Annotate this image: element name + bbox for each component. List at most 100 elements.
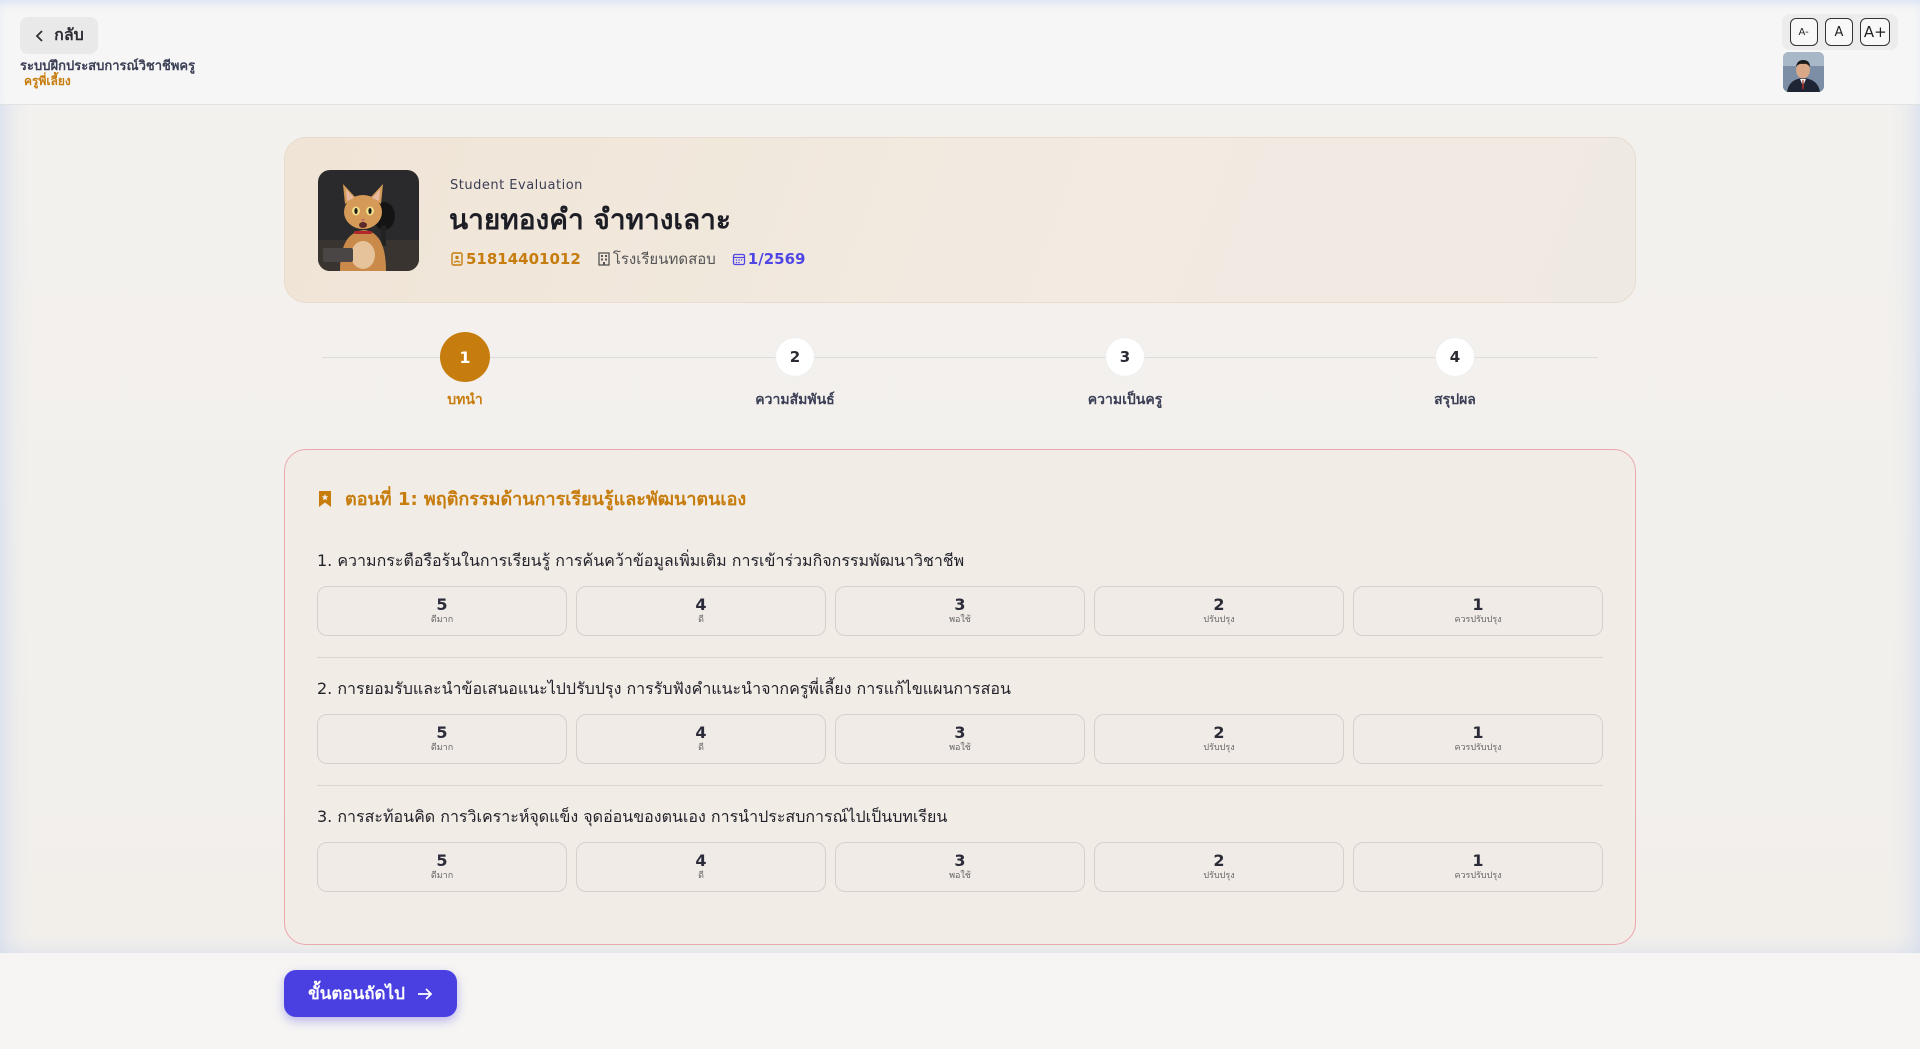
- rating-option-4[interactable]: 4 ดี: [576, 586, 826, 636]
- term: 1/2569: [732, 250, 806, 268]
- student-id-value: 51814401012: [466, 250, 581, 268]
- step-label: บทนำ: [447, 392, 483, 408]
- section-title: ตอนที่ 1: พฤติกรรมด้านการเรียนรู้และพัฒน…: [317, 484, 746, 513]
- step-number: 1: [440, 332, 490, 382]
- option-desc: ดี: [698, 615, 704, 625]
- calendar-icon: [732, 253, 745, 266]
- option-score: 3: [954, 851, 966, 870]
- question-divider: [317, 785, 1603, 786]
- arrow-right-icon: [417, 987, 433, 1000]
- option-desc: ปรับปรุง: [1203, 871, 1235, 881]
- student-name: นายทองคำ จำทางเลาะ: [449, 203, 731, 236]
- option-desc: พอใช้: [949, 871, 971, 881]
- id-card-icon: [451, 252, 463, 266]
- step-label: ความเป็นครู: [1087, 392, 1163, 408]
- option-desc: พอใช้: [949, 615, 971, 625]
- option-desc: ดีมาก: [430, 743, 454, 753]
- rating-option-2[interactable]: 2 ปรับปรุง: [1094, 714, 1344, 764]
- step-label: สรุปผล: [1434, 392, 1476, 408]
- option-score: 5: [436, 723, 448, 742]
- option-score: 1: [1472, 723, 1484, 742]
- question-text: 1. ความกระตือรือร้นในการเรียนรู้ การค้นค…: [317, 551, 965, 570]
- evaluation-label: Student Evaluation: [450, 178, 583, 193]
- school-value: โรงเรียนทดสอบ: [612, 250, 716, 268]
- option-desc: ดีมาก: [430, 871, 454, 881]
- term-value: 1/2569: [747, 250, 806, 268]
- option-score: 4: [695, 851, 707, 870]
- option-score: 4: [695, 723, 707, 742]
- option-score: 1: [1472, 851, 1484, 870]
- option-score: 2: [1213, 595, 1225, 614]
- option-score: 2: [1213, 723, 1225, 742]
- student-id: 51814401012: [450, 250, 581, 268]
- bookmark-icon: [319, 490, 331, 507]
- step-number: 4: [1435, 337, 1475, 377]
- user-avatar[interactable]: [1783, 52, 1824, 92]
- back-button[interactable]: กลับ: [20, 17, 98, 54]
- option-desc: ควรปรับปรุง: [1454, 743, 1502, 753]
- option-desc: ดีมาก: [430, 615, 454, 625]
- option-score: 1: [1472, 595, 1484, 614]
- rating-option-5[interactable]: 5 ดีมาก: [317, 714, 567, 764]
- next-step-label: ขั้นตอนถัดไป: [308, 984, 405, 1004]
- next-step-button[interactable]: ขั้นตอนถัดไป: [284, 970, 457, 1017]
- role-label: ครูพี่เลี้ยง: [24, 74, 71, 88]
- user-avatar-image: [1783, 52, 1824, 92]
- font-decrease-button[interactable]: A-: [1789, 18, 1818, 46]
- rating-option-1[interactable]: 1 ควรปรับปรุง: [1353, 714, 1603, 764]
- rating-option-4[interactable]: 4 ดี: [576, 842, 826, 892]
- option-score: 5: [436, 851, 448, 870]
- option-desc: ควรปรับปรุง: [1454, 615, 1502, 625]
- evaluation-section: ตอนที่ 1: พฤติกรรมด้านการเรียนรู้และพัฒน…: [284, 449, 1636, 945]
- option-score: 3: [954, 595, 966, 614]
- rating-options: 5 ดีมาก 4 ดี 3 พอใช้ 2 ปรับปรุง 1 ควรปรับปรุง: [317, 586, 1603, 636]
- rating-option-5[interactable]: 5 ดีมาก: [317, 842, 567, 892]
- option-score: 2: [1213, 851, 1225, 870]
- question-2: 2. การยอมรับและนำข้อเสนอแนะไปปรับปรุง กา…: [317, 677, 1603, 764]
- step-label: ความสัมพันธ์: [755, 392, 835, 408]
- rating-options: 5 ดีมาก 4 ดี 3 พอใช้ 2 ปรับปรุง 1 ควรปรับปรุง: [317, 842, 1603, 892]
- rating-option-2[interactable]: 2 ปรับปรุง: [1094, 586, 1344, 636]
- font-size-controls: A- A A+: [1782, 14, 1898, 50]
- rating-options: 5 ดีมาก 4 ดี 3 พอใช้ 2 ปรับปรุง 1 ควรปรับปรุง: [317, 714, 1603, 764]
- question-3: 3. การสะท้อนคิด การวิเคราะห์จุดแข็ง จุดอ…: [317, 805, 1603, 892]
- question-text: 2. การยอมรับและนำข้อเสนอแนะไปปรับปรุง กา…: [317, 679, 1011, 698]
- school: โรงเรียนทดสอบ: [597, 247, 716, 271]
- rating-option-4[interactable]: 4 ดี: [576, 714, 826, 764]
- option-score: 3: [954, 723, 966, 742]
- cat-photo-image: [318, 170, 419, 271]
- option-desc: ควรปรับปรุง: [1454, 871, 1502, 881]
- font-reset-button[interactable]: A: [1824, 18, 1853, 46]
- student-meta: 51814401012 โรงเรียนทดสอบ 1/2569: [450, 247, 805, 271]
- rating-option-2[interactable]: 2 ปรับปรุง: [1094, 842, 1344, 892]
- step-3[interactable]: 3 ความเป็นครู: [1045, 332, 1205, 411]
- chevron-left-icon: [35, 29, 43, 42]
- option-score: 4: [695, 595, 707, 614]
- rating-option-1[interactable]: 1 ควรปรับปรุง: [1353, 842, 1603, 892]
- option-desc: ดี: [698, 871, 704, 881]
- step-number: 3: [1105, 337, 1145, 377]
- option-score: 5: [436, 595, 448, 614]
- question-text: 3. การสะท้อนคิด การวิเคราะห์จุดแข็ง จุดอ…: [317, 807, 948, 826]
- rating-option-5[interactable]: 5 ดีมาก: [317, 586, 567, 636]
- step-1[interactable]: 1 บทนำ: [385, 332, 545, 411]
- building-icon: [598, 252, 610, 266]
- back-button-label: กลับ: [54, 25, 84, 44]
- section-title-text: ตอนที่ 1: พฤติกรรมด้านการเรียนรู้และพัฒน…: [345, 489, 747, 510]
- step-4[interactable]: 4 สรุปผล: [1375, 332, 1535, 411]
- student-profile-card: Student Evaluation นายทองคำ จำทางเลาะ 51…: [284, 137, 1636, 303]
- rating-option-3[interactable]: 3 พอใช้: [835, 586, 1085, 636]
- option-desc: ปรับปรุง: [1203, 615, 1235, 625]
- step-number: 2: [775, 337, 815, 377]
- top-bar: กลับ ระบบฝึกประสบการณ์วิชาชีพครู ครูพี่เ…: [0, 0, 1920, 105]
- rating-option-3[interactable]: 3 พอใช้: [835, 842, 1085, 892]
- font-increase-button[interactable]: A+: [1860, 18, 1891, 46]
- student-photo: [318, 170, 419, 271]
- option-desc: พอใช้: [949, 743, 971, 753]
- rating-option-3[interactable]: 3 พอใช้: [835, 714, 1085, 764]
- progress-stepper: 1 บทนำ 2 ความสัมพันธ์ 3 ความเป็นครู 4 สร…: [322, 332, 1598, 412]
- option-desc: ปรับปรุง: [1203, 743, 1235, 753]
- rating-option-1[interactable]: 1 ควรปรับปรุง: [1353, 586, 1603, 636]
- option-desc: ดี: [698, 743, 704, 753]
- step-2[interactable]: 2 ความสัมพันธ์: [715, 332, 875, 411]
